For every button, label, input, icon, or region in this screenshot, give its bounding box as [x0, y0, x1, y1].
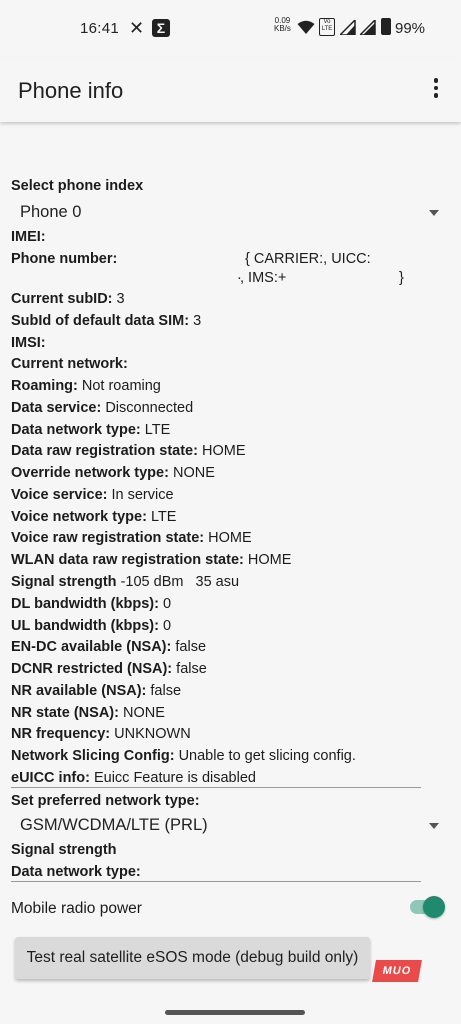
- more-vertical-icon[interactable]: [430, 78, 442, 102]
- ul-bandwidth-row: UL bandwidth (kbps): 0: [11, 618, 172, 634]
- data-raw-registration-row: Data raw registration state: HOME: [11, 443, 246, 459]
- preferred-network-spinner[interactable]: GSM/WCDMA/LTE (PRL): [11, 811, 439, 841]
- dropdown-arrow-icon: [429, 823, 439, 829]
- data-network-type-label-lower: Data network type:: [11, 864, 141, 880]
- wlan-raw-registration-row: WLAN data raw registration state: HOME: [11, 552, 292, 568]
- battery-icon: [381, 18, 391, 35]
- clock: 16:41: [80, 20, 120, 37]
- divider: [11, 787, 421, 788]
- phone-number-value-line1: { CARRIER:, UICC:: [245, 251, 371, 267]
- phone-number-value-line2: , IMS:+: [240, 270, 287, 286]
- data-service-row: Data service: Disconnected: [11, 400, 194, 416]
- mobile-radio-power-toggle[interactable]: [410, 896, 446, 918]
- current-subid-row: Current subID: 3: [11, 291, 125, 307]
- page-title: Phone info: [18, 78, 124, 103]
- data-network-type-row: Data network type: LTE: [11, 422, 171, 438]
- current-network-row: Current network:: [11, 356, 128, 372]
- phone-index-value: Phone 0: [20, 203, 82, 221]
- dl-bandwidth-row: DL bandwidth (kbps): 0: [11, 596, 172, 612]
- imei-row: IMEI:: [11, 229, 46, 245]
- test-satellite-esos-button[interactable]: Test real satellite eSOS mode (debug bui…: [15, 937, 370, 979]
- app-bar: Phone info: [0, 58, 461, 122]
- volte-bottom: LTE: [321, 26, 333, 32]
- signal-strength-label-lower: Signal strength: [11, 842, 117, 858]
- x-icon: ✕: [129, 18, 145, 38]
- nr-frequency-row: NR frequency: UNKNOWN: [11, 726, 191, 742]
- volte-icon: Vo LTE: [319, 18, 335, 36]
- network-slicing-row: Network Slicing Config: Unable to get sl…: [11, 748, 356, 764]
- roaming-row: Roaming: Not roaming: [11, 378, 161, 394]
- phone-index-spinner[interactable]: Phone 0: [11, 198, 439, 228]
- cell-signal-icon: [360, 20, 376, 35]
- speed-unit: KB/s: [274, 24, 291, 33]
- gesture-nav-handle[interactable]: [165, 1010, 305, 1015]
- override-network-type-row: Override network type: NONE: [11, 465, 215, 481]
- endc-available-row: EN-DC available (NSA): false: [11, 639, 207, 655]
- preferred-network-value: GSM/WCDMA/LTE (PRL): [20, 816, 208, 834]
- cell-signal-icon: [340, 20, 356, 35]
- voice-network-type-row: Voice network type: LTE: [11, 509, 177, 525]
- voice-service-row: Voice service: In service: [11, 487, 174, 503]
- phone-number-row: Phone number:: [11, 251, 118, 267]
- nr-state-row: NR state (NSA): NONE: [11, 705, 165, 721]
- phone-number-value-end: }: [399, 270, 404, 286]
- preferred-network-label: Set preferred network type:: [11, 793, 200, 809]
- volte-top: Vo: [323, 19, 331, 25]
- network-speed: 0.09 KB/s: [274, 17, 291, 33]
- divider: [11, 881, 421, 882]
- signal-strength-row: Signal strength -105 dBm 35 asu: [11, 574, 240, 590]
- sigma-icon: Σ: [152, 19, 170, 37]
- status-bar: 16:41 ✕ Σ 0.09 KB/s Vo LTE 99%: [0, 0, 461, 58]
- dcnr-restricted-row: DCNR restricted (NSA): false: [11, 661, 207, 677]
- watermark-logo: MUO: [372, 960, 422, 982]
- nr-available-row: NR available (NSA): false: [11, 683, 182, 699]
- voice-raw-registration-row: Voice raw registration state: HOME: [11, 530, 252, 546]
- mobile-radio-power-label: Mobile radio power: [11, 900, 142, 917]
- default-data-sim-row: SubId of default data SIM: 3: [11, 313, 202, 329]
- wifi-icon: [297, 20, 315, 34]
- toggle-thumb: [423, 896, 445, 918]
- dropdown-arrow-icon: [429, 210, 439, 216]
- imsi-row: IMSI:: [11, 335, 46, 351]
- euicc-info-row: eUICC info: Euicc Feature is disabled: [11, 770, 256, 786]
- battery-percent: 99%: [395, 20, 426, 37]
- select-phone-index-label: Select phone index: [11, 178, 144, 194]
